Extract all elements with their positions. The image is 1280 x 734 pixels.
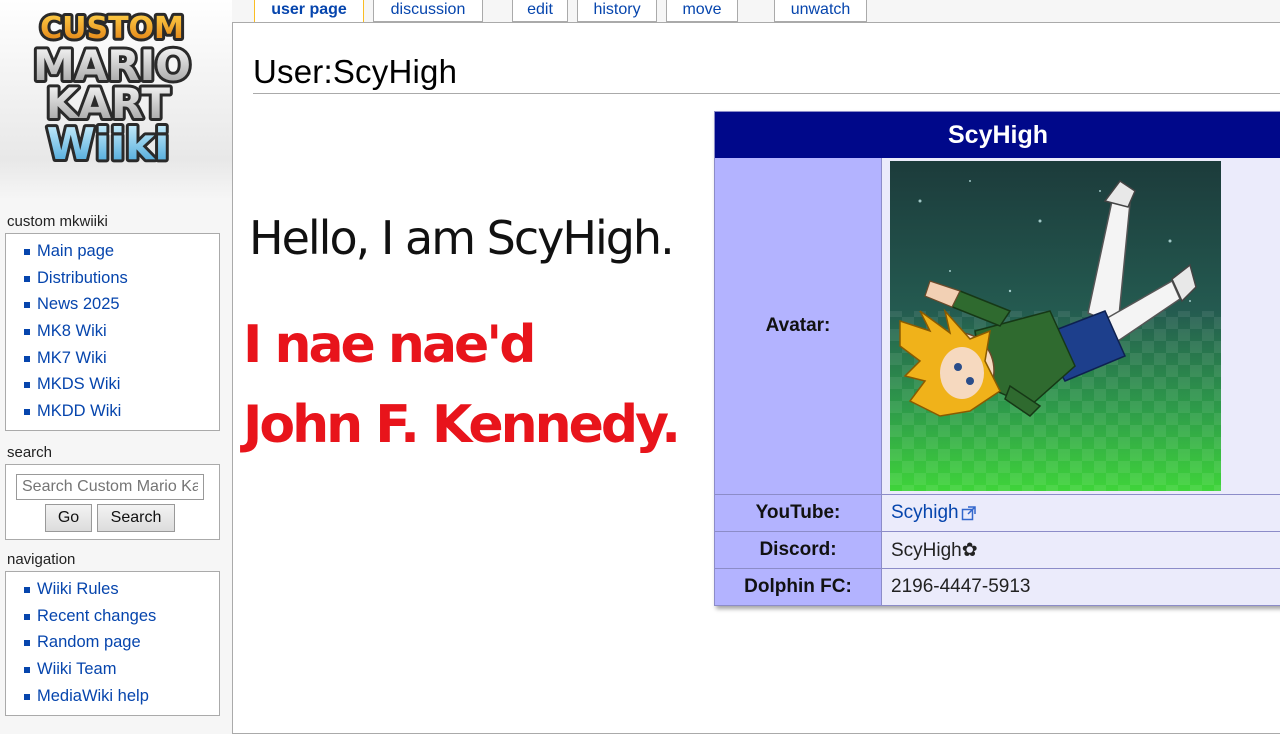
sidebar-item-label[interactable]: Recent changes xyxy=(37,607,156,625)
sidebar-item-mediawiki-help[interactable]: MediaWiki help xyxy=(6,683,219,710)
portlet-heading-navigation: navigation xyxy=(7,551,76,568)
portlet-heading-search: search xyxy=(7,444,53,461)
portlet-custom: Main page Distributions News 2025 MK8 Wi… xyxy=(5,233,220,431)
infobox-title: ScyHigh xyxy=(715,112,1280,158)
sidebar-item-label[interactable]: MK7 Wiki xyxy=(37,349,107,367)
sidebar-item-label[interactable]: Wiiki Rules xyxy=(37,580,119,598)
external-link-icon xyxy=(961,506,976,521)
sidebar-item-label[interactable]: MKDD Wiki xyxy=(37,402,121,420)
sidebar-item-label[interactable]: Wiiki Team xyxy=(37,660,116,678)
page-title: User:ScyHigh xyxy=(253,53,458,90)
sidebar-item-mkdd-wiki[interactable]: MKDD Wiki xyxy=(6,398,219,425)
portlet-navigation: Wiiki Rules Recent changes Random page W… xyxy=(5,571,220,716)
tab-history[interactable]: history xyxy=(577,0,657,22)
content-area: User:ScyHigh Hello, I am ScyHigh. I nae … xyxy=(232,22,1280,734)
search-input[interactable] xyxy=(16,474,204,500)
sidebar-item-mk7-wiki[interactable]: MK7 Wiki xyxy=(6,345,219,372)
logo-text-4: Wiiki xyxy=(46,119,169,170)
sidebar-item-label[interactable]: News 2025 xyxy=(37,295,120,313)
tab-unwatch[interactable]: unwatch xyxy=(774,0,867,22)
infobox-label: Discord: xyxy=(715,532,882,568)
infobox-value: 2196-4447-5913 xyxy=(882,569,1280,605)
site-logo[interactable]: CUSTOM MARIO KART Wiiki xyxy=(0,0,232,200)
portlet-heading-custom: custom mkwiiki xyxy=(7,213,108,230)
infobox-value xyxy=(882,158,1280,494)
red-text-line-2: John F. Kennedy. xyxy=(243,395,681,455)
infobox-value: ScyHigh✿ xyxy=(882,532,1280,568)
sidebar-item-mk8-wiki[interactable]: MK8 Wiki xyxy=(6,318,219,345)
portlet-search: Go Search xyxy=(5,464,220,540)
sidebar-item-news[interactable]: News 2025 xyxy=(6,291,219,318)
sidebar-item-wiiki-rules[interactable]: Wiiki Rules xyxy=(6,576,219,603)
sidebar-item-label[interactable]: MediaWiki help xyxy=(37,687,149,705)
infobox-row-discord: Discord: ScyHigh✿ xyxy=(715,531,1280,568)
sidebar-item-main-page[interactable]: Main page xyxy=(6,238,219,265)
tab-move[interactable]: move xyxy=(666,0,738,22)
youtube-link[interactable]: Scyhigh xyxy=(891,502,959,524)
go-button[interactable]: Go xyxy=(45,504,92,532)
infobox-label: Dolphin FC: xyxy=(715,569,882,605)
sidebar-item-label[interactable]: Distributions xyxy=(37,269,128,287)
tab-discussion[interactable]: discussion xyxy=(373,0,483,22)
sidebar-item-label[interactable]: MK8 Wiki xyxy=(37,322,107,340)
search-button[interactable]: Search xyxy=(97,504,175,532)
user-infobox: ScyHigh Avatar: YouTube: Scyhigh Discord… xyxy=(714,111,1280,606)
infobox-value: Scyhigh xyxy=(882,495,1280,531)
infobox-row-youtube: YouTube: Scyhigh xyxy=(715,494,1280,531)
red-text-line-1: I nae nae'd xyxy=(243,315,536,375)
sidebar-item-wiiki-team[interactable]: Wiiki Team xyxy=(6,656,219,683)
tab-user-page[interactable]: user page xyxy=(254,0,364,24)
sidebar-item-label[interactable]: MKDS Wiki xyxy=(37,375,120,393)
sidebar-item-random-page[interactable]: Random page xyxy=(6,629,219,656)
tab-edit[interactable]: edit xyxy=(512,0,568,22)
infobox-label: Avatar: xyxy=(715,158,882,494)
title-divider xyxy=(253,93,1280,94)
avatar-image[interactable] xyxy=(890,161,1221,491)
sidebar-item-label[interactable]: Main page xyxy=(37,242,114,260)
infobox-label: YouTube: xyxy=(715,495,882,531)
sidebar-item-mkds-wiki[interactable]: MKDS Wiki xyxy=(6,371,219,398)
infobox-row-dolphin-fc: Dolphin FC: 2196-4447-5913 xyxy=(715,568,1280,605)
sidebar-item-recent-changes[interactable]: Recent changes xyxy=(6,603,219,630)
infobox-row-avatar: Avatar: xyxy=(715,158,1280,494)
intro-text: Hello, I am ScyHigh. xyxy=(249,211,675,265)
sidebar-item-distributions[interactable]: Distributions xyxy=(6,265,219,292)
logo-graphic: CUSTOM MARIO KART Wiiki xyxy=(30,8,194,171)
sidebar-item-label[interactable]: Random page xyxy=(37,633,141,651)
